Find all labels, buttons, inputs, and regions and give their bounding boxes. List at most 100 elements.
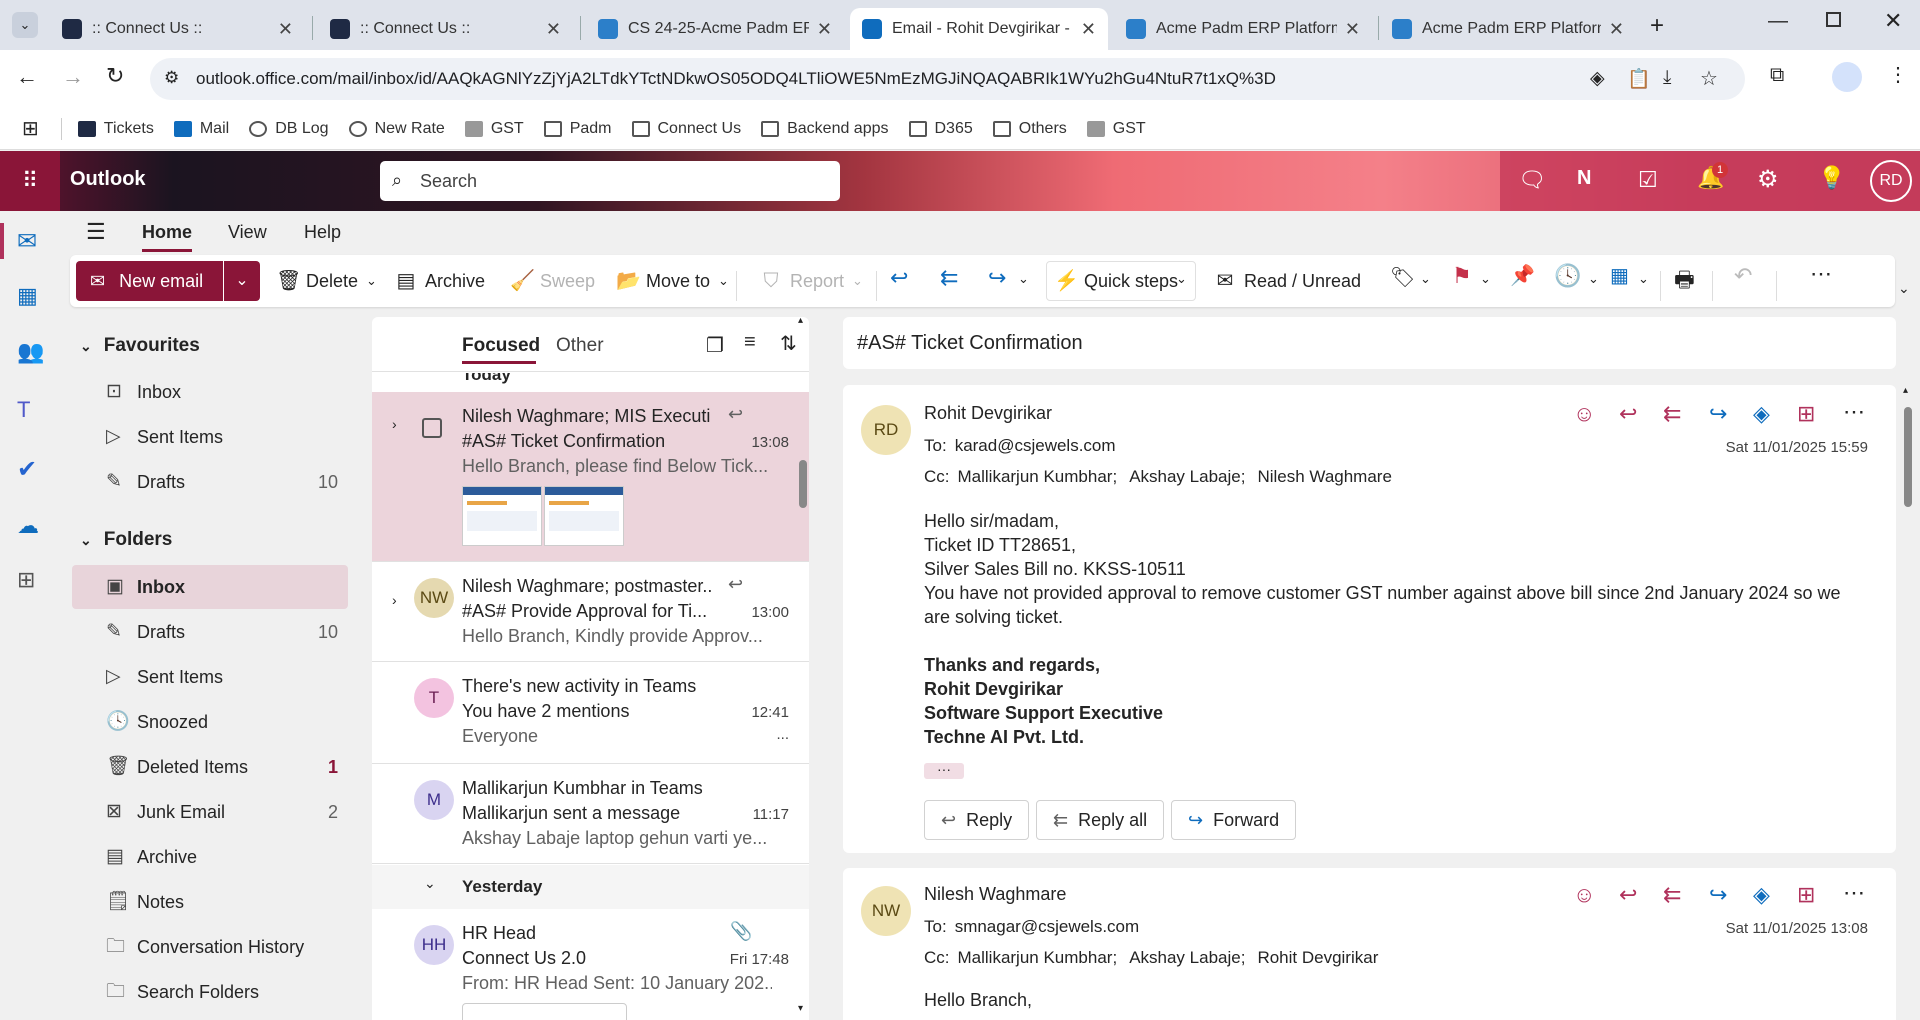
folder-junk-email[interactable]: ⊠ Junk Email 2: [60, 790, 360, 834]
group-yesterday-row[interactable]: ⌄ Yesterday: [372, 865, 809, 909]
chevron-down-icon[interactable]: ⌄: [1588, 271, 1599, 287]
close-icon[interactable]: ✕: [817, 19, 832, 40]
chevron-down-icon[interactable]: ⌄: [1018, 271, 1029, 287]
copilot-icon[interactable]: ◈: [1753, 401, 1770, 427]
minimize-icon[interactable]: —: [1768, 10, 1788, 33]
account-avatar[interactable]: RD: [1870, 160, 1912, 202]
show-trimmed-content-button[interactable]: ···: [924, 762, 964, 779]
browser-tab-3[interactable]: CS 24-25-Acme Padm ERP ✕: [586, 8, 844, 50]
delete-button[interactable]: 🗑 Delete ⌄: [276, 261, 377, 301]
bookmark-gst-2[interactable]: GST: [1086, 120, 1146, 138]
bookmark-folder-connect-us[interactable]: Connect Us: [631, 120, 741, 138]
tab-focused[interactable]: Focused: [462, 335, 540, 357]
folder-search-folders[interactable]: 🗀 Search Folders: [60, 970, 360, 1014]
close-icon[interactable]: ✕: [278, 19, 293, 40]
url-bar[interactable]: ⚙ outlook.office.com/mail/inbox/id/AAQkA…: [150, 58, 1745, 100]
flag-icon[interactable]: ⚑: [1452, 263, 1472, 289]
bookmark-new-rate[interactable]: New Rate: [348, 120, 445, 138]
rules-icon[interactable]: ▦: [1610, 263, 1629, 288]
browser-tab-2[interactable]: :: Connect Us :: ✕: [318, 8, 573, 50]
chevron-down-icon[interactable]: ⌄: [852, 273, 863, 289]
chevron-right-icon[interactable]: ›: [392, 416, 397, 432]
more-options-icon[interactable]: ⋯: [1810, 261, 1832, 287]
move-to-button[interactable]: 📂 Move to ⌄: [616, 261, 729, 301]
folder-deleted-items[interactable]: 🗑 Deleted Items 1: [60, 745, 360, 789]
onedrive-cloud-icon[interactable]: ☁: [17, 513, 39, 539]
folder-sent-items[interactable]: ▷ Sent Items: [60, 655, 360, 699]
chevron-down-icon[interactable]: ⌄: [1176, 271, 1187, 287]
forward-icon[interactable]: ↪: [1709, 401, 1727, 427]
reply-all-button[interactable]: ⇇ Reply all: [1036, 800, 1165, 840]
attachment-chip[interactable]: [462, 1003, 627, 1020]
archive-button[interactable]: ▤ Archive: [395, 261, 485, 301]
fav-drafts[interactable]: ✎ Drafts 10: [60, 460, 360, 504]
chevron-right-icon[interactable]: ›: [392, 592, 397, 608]
reply-icon[interactable]: ↩: [1619, 401, 1637, 427]
tab-view[interactable]: View: [228, 222, 267, 243]
tab-help[interactable]: Help: [304, 222, 341, 243]
extension-icon[interactable]: ◈: [1590, 67, 1605, 90]
favourites-header[interactable]: ⌄ Favourites: [60, 326, 200, 366]
reply-icon[interactable]: ↩: [1619, 882, 1637, 908]
reply-all-icon[interactable]: ⇇: [940, 265, 958, 291]
sort-icon[interactable]: ⇅: [780, 331, 797, 356]
folders-header[interactable]: ⌄ Folders: [60, 520, 172, 560]
forward-button[interactable]: ↪ Forward: [1171, 800, 1297, 840]
chevron-down-icon[interactable]: ⌄: [1480, 271, 1491, 287]
install-app-icon[interactable]: ⤓: [1663, 67, 1671, 89]
apps-icon[interactable]: ⊞: [1797, 882, 1815, 908]
scroll-up-icon[interactable]: ▴: [1903, 385, 1908, 396]
message-item-selected[interactable]: › Nilesh Waghmare; MIS Executi... ↩ #AS#…: [372, 392, 809, 562]
settings-gear-icon[interactable]: ⚙: [1757, 165, 1779, 194]
sender-name[interactable]: Nilesh Waghmare: [924, 884, 1066, 905]
apps-grid-icon[interactable]: ⊞: [22, 116, 39, 141]
close-icon[interactable]: ✕: [1609, 19, 1624, 40]
sender-name[interactable]: Rohit Devgirikar: [924, 403, 1052, 424]
quick-steps-button[interactable]: ⚡ Quick steps: [1054, 261, 1178, 301]
people-icon[interactable]: 👥: [17, 339, 44, 365]
reply-all-icon[interactable]: ⇇: [1663, 882, 1681, 908]
folder-inbox[interactable]: ▣ Inbox: [72, 565, 348, 609]
more-actions-icon[interactable]: ⋯: [1843, 880, 1865, 906]
reply-icon[interactable]: ↩: [890, 265, 908, 291]
todo-check-icon[interactable]: ✔: [17, 455, 37, 484]
new-email-button[interactable]: ✉ New email: [76, 261, 223, 301]
close-icon[interactable]: ✕: [546, 19, 561, 40]
select-mode-icon[interactable]: ❐: [706, 333, 724, 358]
scroll-up-icon[interactable]: ▴: [798, 315, 803, 326]
bookmark-folder-backend-apps[interactable]: Backend apps: [761, 120, 889, 138]
sweep-button[interactable]: 🧹 Sweep: [510, 261, 595, 301]
tab-home[interactable]: Home: [142, 222, 192, 243]
fav-inbox[interactable]: ⊡ Inbox: [60, 370, 360, 414]
hamburger-menu-icon[interactable]: ☰: [86, 219, 106, 245]
more-apps-icon[interactable]: ⊞: [17, 567, 35, 593]
chevron-down-icon[interactable]: ⌄: [718, 273, 729, 289]
teams-icon[interactable]: T: [17, 397, 30, 423]
search-input[interactable]: ⌕ Search: [380, 161, 840, 201]
recipient[interactable]: smnagar@csjewels.com: [955, 917, 1139, 937]
message-item[interactable]: T There's new activity in Teams You have…: [372, 662, 809, 764]
cc-recipient[interactable]: Rohit Devgirikar: [1257, 948, 1378, 968]
print-icon[interactable]: 🖶: [1674, 263, 1695, 301]
cc-recipient[interactable]: Mallikarjun Kumbhar;: [958, 467, 1118, 487]
attachment-thumbnail-1[interactable]: [462, 486, 542, 546]
recipient[interactable]: karad@csjewels.com: [955, 436, 1116, 456]
undo-icon[interactable]: ↶: [1734, 263, 1752, 289]
bookmark-folder-d365[interactable]: D365: [908, 120, 973, 138]
browser-tab-6[interactable]: Acme Padm ERP Platform ✕: [1380, 8, 1636, 50]
extensions-puzzle-icon[interactable]: ⧉: [1770, 64, 1784, 87]
bookmark-folder-others[interactable]: Others: [992, 120, 1067, 138]
teams-chat-icon[interactable]: 🗨: [1518, 167, 1546, 193]
browser-tab-5[interactable]: Acme Padm ERP Platform ✕: [1114, 8, 1372, 50]
cc-recipient[interactable]: Mallikarjun Kumbhar;: [958, 948, 1118, 968]
scroll-down-icon[interactable]: ▾: [798, 1003, 803, 1014]
restore-icon[interactable]: [1826, 12, 1841, 27]
mail-icon[interactable]: ✉: [17, 227, 37, 256]
forward-icon[interactable]: →: [62, 64, 84, 90]
message-item[interactable]: HH HR Head 📎 Connect Us 2.0 Fri 17:48 Fr…: [372, 909, 809, 1020]
chevron-down-icon[interactable]: ⌄: [1638, 271, 1649, 287]
folder-archive[interactable]: ▤ Archive: [60, 835, 360, 879]
new-email-dropdown[interactable]: ⌄: [224, 261, 260, 301]
forward-icon[interactable]: ↪: [1709, 882, 1727, 908]
tab-search-icon[interactable]: ⌄: [12, 12, 38, 38]
